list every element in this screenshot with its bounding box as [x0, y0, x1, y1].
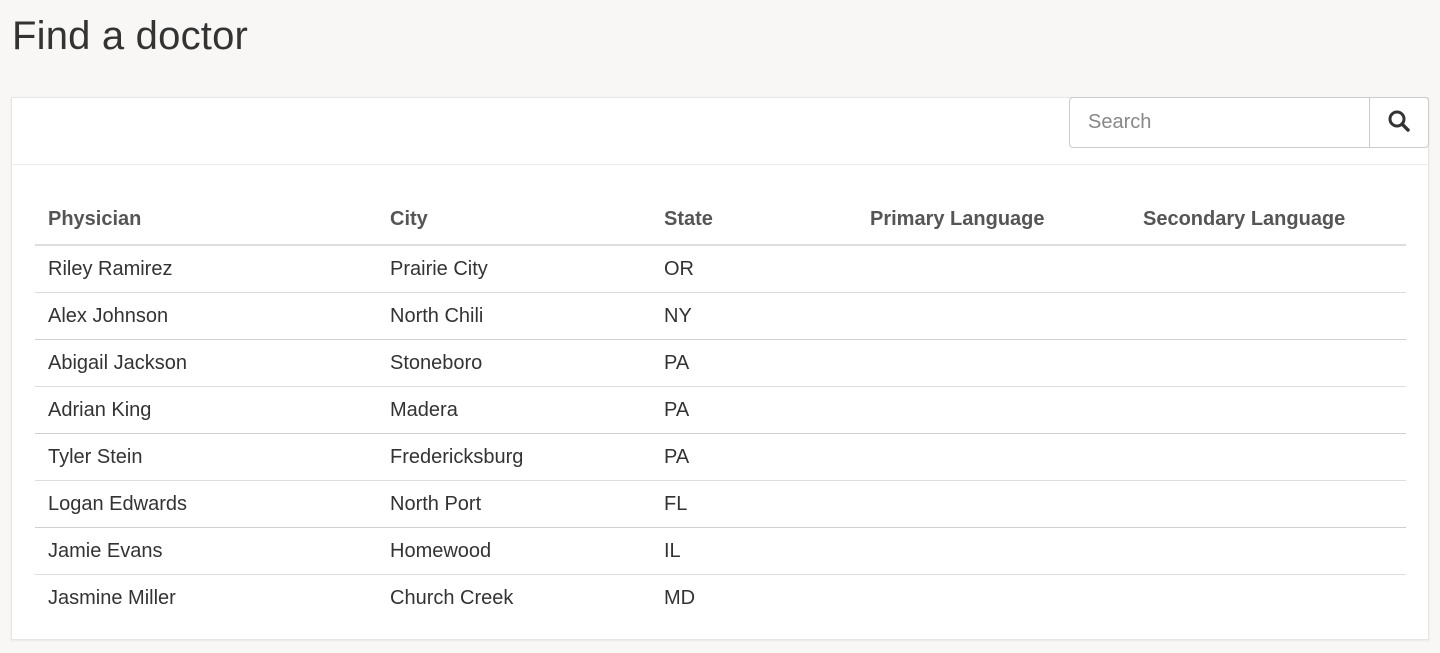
city-cell: North Chili [377, 292, 651, 340]
secondary-language-cell [1130, 527, 1406, 575]
column-header-state[interactable]: State [651, 194, 857, 246]
search-input[interactable] [1069, 97, 1369, 148]
table-row[interactable]: Logan Edwards North Port FL [35, 480, 1406, 528]
primary-language-cell [857, 245, 1130, 293]
state-cell: PA [651, 386, 857, 434]
city-cell: North Port [377, 480, 651, 528]
column-header-physician[interactable]: Physician [35, 194, 377, 246]
city-cell: Madera [377, 386, 651, 434]
table-row[interactable]: Adrian King Madera PA [35, 386, 1406, 434]
table-row[interactable]: Tyler Stein Fredericksburg PA [35, 433, 1406, 481]
physician-cell: Jamie Evans [35, 527, 377, 575]
secondary-language-cell [1130, 245, 1406, 293]
state-cell: MD [651, 574, 857, 621]
panel-header [12, 97, 1429, 165]
city-cell: Prairie City [390, 257, 488, 280]
table-row[interactable]: Jasmine Miller Church Creek MD [35, 574, 1406, 621]
primary-language-cell [857, 527, 1130, 575]
primary-language-cell [857, 433, 1130, 481]
physician-cell: Jasmine Miller [35, 574, 377, 621]
secondary-language-cell [1130, 339, 1406, 387]
state-cell: NY [651, 292, 857, 340]
table-row[interactable]: Jamie Evans Homewood IL [35, 527, 1406, 575]
column-header-city[interactable]: City [377, 194, 651, 246]
physician-cell: Logan Edwards [35, 480, 377, 528]
table-row[interactable]: Abigail Jackson Stoneboro PA [35, 339, 1406, 387]
search-group [1069, 97, 1429, 148]
primary-language-cell [857, 292, 1130, 340]
city-cell: Fredericksburg [377, 433, 651, 481]
physician-table: Physician City State Primary Language Se… [35, 194, 1406, 621]
physician-cell: Adrian King [35, 386, 377, 434]
physician-cell: Alex Johnson [35, 292, 377, 340]
state-cell: PA [651, 433, 857, 481]
primary-language-cell [857, 480, 1130, 528]
search-icon [1388, 110, 1410, 135]
table-row[interactable]: Alex Johnson North Chili NY [35, 292, 1406, 340]
search-button[interactable] [1369, 97, 1429, 148]
column-header-secondary-language[interactable]: Secondary Language [1130, 194, 1406, 246]
state-cell: OR [664, 257, 694, 280]
secondary-language-cell [1130, 574, 1406, 621]
physician-cell: Tyler Stein [35, 433, 377, 481]
physician-results-panel: Physician City State Primary Language Se… [11, 97, 1429, 640]
secondary-language-cell [1130, 480, 1406, 528]
city-cell: Church Creek [377, 574, 651, 621]
physician-cell: Riley Ramirez [48, 257, 173, 280]
physician-cell: Abigail Jackson [35, 339, 377, 387]
city-cell: Stoneboro [377, 339, 651, 387]
state-cell: PA [651, 339, 857, 387]
column-header-primary-language[interactable]: Primary Language [857, 194, 1130, 246]
primary-language-cell [857, 386, 1130, 434]
state-cell: IL [651, 527, 857, 575]
page-title: Find a doctor [12, 14, 249, 58]
table-header-row: Physician City State Primary Language Se… [35, 194, 1406, 246]
primary-language-cell [857, 574, 1130, 621]
city-cell: Homewood [377, 527, 651, 575]
secondary-language-cell [1130, 433, 1406, 481]
secondary-language-cell [1130, 292, 1406, 340]
primary-language-cell [857, 339, 1130, 387]
state-cell: FL [651, 480, 857, 528]
physician-table-container: Physician City State Primary Language Se… [35, 194, 1406, 621]
table-row[interactable]: Riley Ramirez Prairie City OR [35, 245, 1406, 293]
secondary-language-cell [1130, 386, 1406, 434]
